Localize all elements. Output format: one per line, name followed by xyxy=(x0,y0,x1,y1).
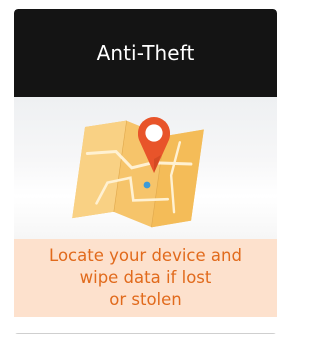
card-bottom-divider xyxy=(14,333,277,334)
card-header: Anti-Theft xyxy=(14,9,277,97)
card-footer: Locate your device and wipe data if lost… xyxy=(14,239,277,317)
map-location-pin-icon xyxy=(72,117,204,228)
card-title: Anti-Theft xyxy=(96,41,195,65)
card-image xyxy=(14,97,277,239)
card-description: Locate your device and wipe data if lost… xyxy=(49,246,242,309)
anti-theft-card[interactable]: Anti-Theft Locate your device and wipe d… xyxy=(14,9,277,334)
